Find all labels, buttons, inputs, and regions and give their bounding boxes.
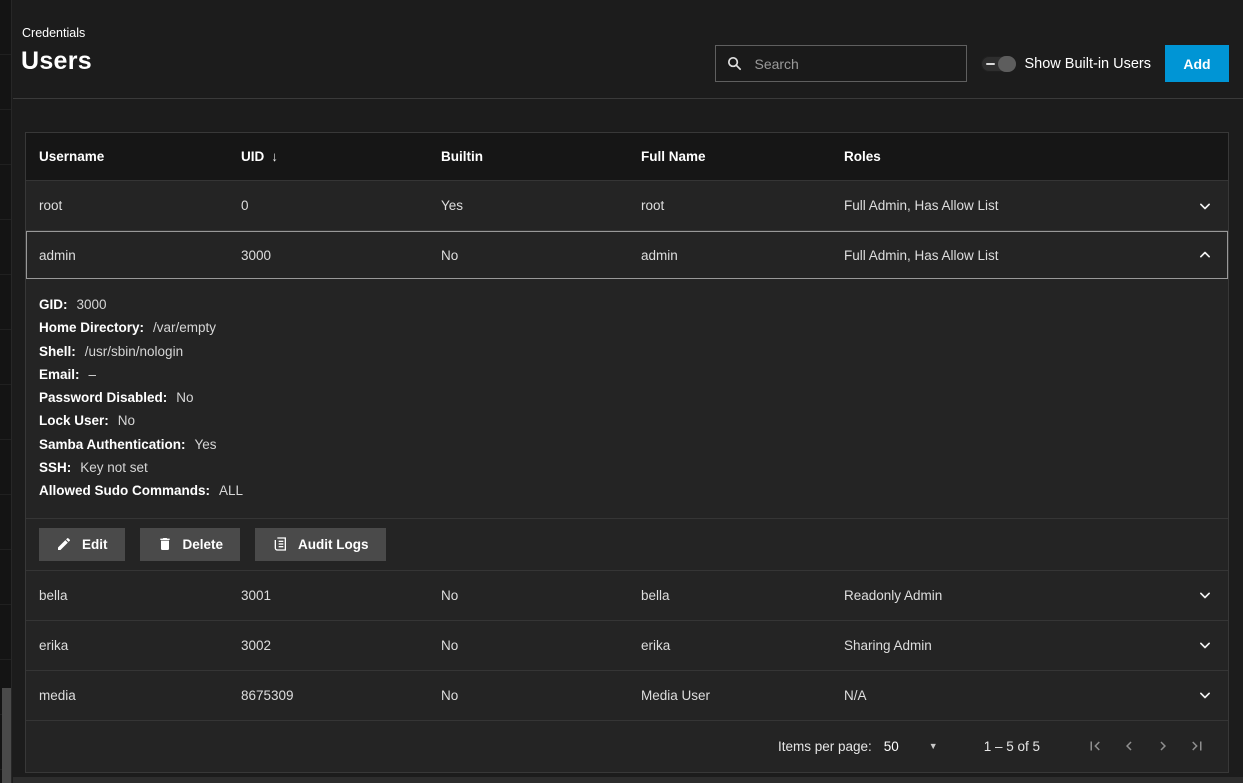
cell-roles: Readonly Admin <box>844 588 1182 603</box>
cell-fullname: erika <box>641 638 844 653</box>
cell-builtin: No <box>441 638 641 653</box>
cell-uid: 0 <box>241 198 441 213</box>
cell-fullname: admin <box>641 248 844 263</box>
cell-uid: 3000 <box>241 248 441 263</box>
cell-username: media <box>39 688 241 703</box>
chevron-up-icon[interactable] <box>1195 245 1215 265</box>
users-table: Username UID↓ Builtin Full Name Roles ro… <box>25 132 1229 773</box>
toolbar: Show Built-in Users Add <box>715 45 1229 82</box>
next-page-button[interactable] <box>1152 735 1174 757</box>
toggle-dash-icon <box>986 63 995 66</box>
show-builtin-label: Show Built-in Users <box>1024 56 1151 72</box>
audit-logs-button[interactable]: Audit Logs <box>255 528 386 561</box>
edit-button[interactable]: Edit <box>39 528 125 561</box>
footer-strip <box>13 777 1243 783</box>
detail-home-directory: Home Directory:/var/empty <box>39 316 1228 339</box>
show-builtin-toggle[interactable] <box>981 56 1016 72</box>
detail-allowed-sudo-commands: Allowed Sudo Commands:ALL <box>39 479 1228 502</box>
cell-builtin: No <box>441 588 641 603</box>
cell-builtin: No <box>441 248 641 263</box>
toggle-thumb <box>998 56 1016 72</box>
row-actions: Edit Delete Audit Logs <box>26 519 1228 571</box>
search-input[interactable] <box>752 55 956 73</box>
detail-lock-user: Lock User:No <box>39 409 1228 432</box>
detail-password-disabled: Password Disabled:No <box>39 386 1228 409</box>
delete-button[interactable]: Delete <box>140 528 241 561</box>
cell-uid: 3001 <box>241 588 441 603</box>
first-page-button[interactable] <box>1084 735 1106 757</box>
pagination-bar: Items per page: 50 ▼ 1 – 5 of 5 <box>26 721 1228 772</box>
cell-roles: N/A <box>844 688 1182 703</box>
table-row-media[interactable]: media 8675309 No Media User N/A <box>26 671 1228 721</box>
pagination-nav <box>1084 735 1208 757</box>
cell-fullname: root <box>641 198 844 213</box>
table-header-row: Username UID↓ Builtin Full Name Roles <box>26 133 1228 181</box>
receipt-icon <box>272 536 288 552</box>
table-row-root[interactable]: root 0 Yes root Full Admin, Has Allow Li… <box>26 181 1228 231</box>
table-row-erika[interactable]: erika 3002 No erika Sharing Admin <box>26 621 1228 671</box>
cell-fullname: Media User <box>641 688 844 703</box>
page-range-label: 1 – 5 of 5 <box>984 739 1040 754</box>
page-title: Users <box>21 47 92 76</box>
cell-roles: Full Admin, Has Allow List <box>844 198 1182 213</box>
cell-username: root <box>39 198 241 213</box>
page-header: Credentials Users Show Built-in Users Ad… <box>13 0 1243 99</box>
cell-username: bella <box>39 588 241 603</box>
sort-descending-icon: ↓ <box>271 149 278 164</box>
first-page-icon <box>1086 737 1104 755</box>
column-header-fullname[interactable]: Full Name <box>641 149 844 164</box>
trash-icon <box>157 536 173 552</box>
cell-roles: Sharing Admin <box>844 638 1182 653</box>
column-header-roles[interactable]: Roles <box>844 149 1182 164</box>
column-header-username[interactable]: Username <box>39 149 241 164</box>
add-user-button[interactable]: Add <box>1165 45 1229 82</box>
detail-shell: Shell:/usr/sbin/nologin <box>39 340 1228 363</box>
detail-email: Email:– <box>39 363 1228 386</box>
cell-uid: 3002 <box>241 638 441 653</box>
chevron-right-icon <box>1154 737 1172 755</box>
show-builtin-toggle-group: Show Built-in Users <box>981 56 1151 72</box>
cell-uid: 8675309 <box>241 688 441 703</box>
chevron-down-icon[interactable] <box>1195 635 1215 655</box>
chevron-left-icon <box>1120 737 1138 755</box>
last-page-button[interactable] <box>1186 735 1208 757</box>
pencil-icon <box>56 536 72 552</box>
search-box[interactable] <box>715 45 967 82</box>
detail-samba-authentication: Samba Authentication:Yes <box>39 433 1228 456</box>
detail-ssh: SSH:Key not set <box>39 456 1228 479</box>
table-row-bella[interactable]: bella 3001 No bella Readonly Admin <box>26 571 1228 621</box>
cell-username: erika <box>39 638 241 653</box>
items-per-page-select[interactable]: 50 <box>884 739 899 754</box>
sidebar-scrollbar-thumb[interactable] <box>2 688 11 783</box>
cell-username: admin <box>39 248 241 263</box>
chevron-down-icon[interactable] <box>1195 585 1215 605</box>
table-row-admin[interactable]: admin 3000 No admin Full Admin, Has Allo… <box>26 231 1228 279</box>
items-per-page-label: Items per page: <box>778 739 872 754</box>
detail-gid: GID:3000 <box>39 293 1228 316</box>
last-page-icon <box>1188 737 1206 755</box>
cell-roles: Full Admin, Has Allow List <box>844 248 1182 263</box>
search-icon <box>726 55 743 72</box>
user-details-panel: GID:3000 Home Directory:/var/empty Shell… <box>26 279 1228 519</box>
previous-page-button[interactable] <box>1118 735 1140 757</box>
chevron-down-icon[interactable] <box>1195 196 1215 216</box>
column-header-uid[interactable]: UID↓ <box>241 149 441 164</box>
column-header-builtin[interactable]: Builtin <box>441 149 641 164</box>
cell-builtin: No <box>441 688 641 703</box>
breadcrumb[interactable]: Credentials <box>22 26 85 40</box>
cell-fullname: bella <box>641 588 844 603</box>
collapsed-sidebar <box>0 0 12 783</box>
cell-builtin: Yes <box>441 198 641 213</box>
caret-down-icon[interactable]: ▼ <box>929 741 938 751</box>
chevron-down-icon[interactable] <box>1195 685 1215 705</box>
